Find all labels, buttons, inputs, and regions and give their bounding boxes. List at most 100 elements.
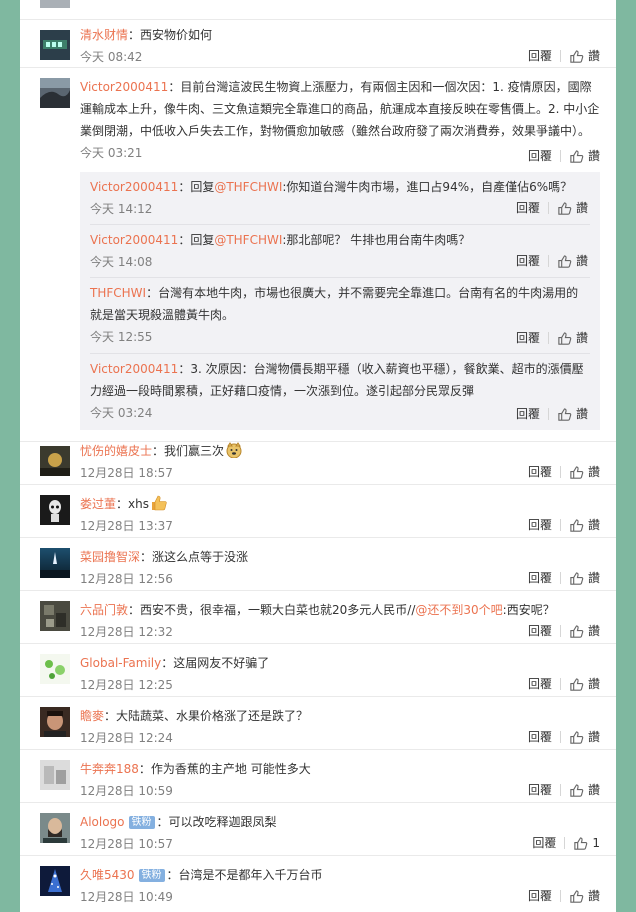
username-link[interactable]: Alologo [80,815,125,829]
doge-emoji [226,442,242,458]
timestamp: 12月28日 13:37 [80,519,173,533]
comment-item: 忧伤的嬉皮士：我们赢三次 12月28日 18:57 回覆 讚 [20,432,616,485]
username-link[interactable]: 瞻麥 [80,709,104,723]
avatar [40,0,70,8]
username-link[interactable]: 忧伤的嬉皮士 [80,444,152,458]
reply-thread: Victor2000411：回复@THFCHWI:你知道台灣牛肉市場，進口占94… [80,172,600,430]
username-link[interactable]: 菜园撸智深 [80,550,140,564]
reply-button[interactable]: 回覆 [528,674,552,694]
reply-text: :那北部呢？ 牛排也用台南牛肉嗎？ [282,233,471,247]
comment-text: ：可以改吃释迦跟凤梨 [156,815,277,829]
reply-button[interactable]: 回覆 [528,46,552,66]
thumbs-up-icon [570,677,584,691]
like-button[interactable]: 讚 [569,621,600,641]
username-link[interactable]: Victor2000411 [90,233,178,247]
comment-text-cont: :西安呢？ [502,603,555,617]
like-button[interactable]: 讚 [569,146,600,166]
comment-text: ：大陆蔬菜、水果价格涨了还是跌了？ [104,709,309,723]
reply-button[interactable]: 回覆 [528,886,552,906]
like-button[interactable]: 讚 [557,198,588,218]
like-label: 讚 [587,518,600,532]
like-button[interactable]: 讚 [569,462,600,482]
avatar[interactable] [40,654,70,684]
thumbs-up-icon [570,889,584,903]
reply-prefix: ：回复 [178,233,215,247]
comment-item: 菜园撸智深：涨这么点等于没涨 12月28日 12:56 回覆 讚 [20,538,616,591]
like-button[interactable]: 讚 [569,727,600,747]
avatar[interactable] [40,601,70,631]
username-link[interactable]: Global-Family [80,656,161,670]
avatar[interactable] [40,446,70,476]
like-button[interactable]: 讚 [569,568,600,588]
mention-link[interactable]: @还不到30个吧 [415,603,502,617]
reply-button[interactable]: 回覆 [528,780,552,800]
reply-button[interactable]: 回覆 [528,621,552,641]
avatar[interactable] [40,548,70,578]
like-button[interactable]: 讚 [557,328,588,348]
like-button[interactable]: 讚 [569,515,600,535]
reply-button[interactable]: 回覆 [528,727,552,747]
reply-button[interactable]: 回覆 [528,462,552,482]
timestamp: 12月28日 18:57 [80,466,173,480]
comment-text: ：西安物价如何 [128,28,213,42]
thumbs-up-icon [558,254,572,268]
like-label: 讚 [587,465,600,479]
fan-badge[interactable]: 铁粉 [128,816,155,829]
avatar[interactable] [40,813,70,843]
timestamp: 12月28日 12:24 [80,731,173,745]
reply-button[interactable]: 回覆 [528,568,552,588]
like-label: 讚 [575,201,588,215]
fan-badge[interactable]: 铁粉 [138,869,165,882]
like-button[interactable]: 讚 [569,46,600,66]
avatar[interactable] [40,78,70,108]
avatar[interactable] [40,866,70,896]
reply-button[interactable]: 回覆 [516,251,540,271]
like-button[interactable]: 讚 [569,886,600,906]
timestamp: 12月28日 12:25 [80,678,173,692]
username-link[interactable]: 牛奔奔188 [80,762,139,776]
timestamp: 12月28日 10:59 [80,784,173,798]
mention-link[interactable]: @THFCHWI [214,180,282,194]
reply-text: ：台灣有本地牛肉，市場也很廣大，并不需要完全靠進口。台南有名的牛肉湯用的就是當天… [90,286,579,322]
comment-item: 久唯5430 铁粉 ：台湾是不是都年入千万台币 12月28日 10:49 回覆 讚 [20,856,616,912]
like-button[interactable]: 讚 [569,780,600,800]
timestamp: 12月28日 10:57 [80,837,173,851]
like-button[interactable]: 讚 [557,251,588,271]
like-button[interactable]: 讚 [557,404,588,424]
comment-text: ：台湾是不是都年入千万台币 [166,868,323,882]
like-label: 讚 [587,889,600,903]
avatar[interactable] [40,707,70,737]
username-link[interactable]: 久唯5430 [80,868,135,882]
like-button[interactable]: 1 [573,833,600,853]
reply-button[interactable]: 回覆 [528,146,552,166]
like-label: 讚 [587,571,600,585]
thumbs-up-icon [574,836,588,850]
username-link[interactable]: Victor2000411 [90,180,178,194]
username-link[interactable]: Victor2000411 [80,80,168,94]
thumbs-up-emoji [151,495,167,511]
avatar[interactable] [40,760,70,790]
comment-item: 牛奔奔188：作为香蕉的主产地 可能性多大 12月28日 10:59 回覆 讚 [20,750,616,803]
reply-button[interactable]: 回覆 [532,833,556,853]
reply-button[interactable]: 回覆 [516,404,540,424]
thumbs-up-icon [558,407,572,421]
avatar[interactable] [40,30,70,60]
comment-text: ：xhs [116,497,149,511]
thumbs-up-icon [570,783,584,797]
avatar[interactable] [40,495,70,525]
reply-button[interactable]: 回覆 [528,515,552,535]
username-link[interactable]: 娄过董 [80,497,116,511]
username-link[interactable]: Victor2000411 [90,362,178,376]
comment-text: ：西安不贵，很幸福，一颗大白菜也就20多元人民币// [128,603,416,617]
username-link[interactable]: THFCHWI [90,286,146,300]
username-link[interactable]: 六品门敦 [80,603,128,617]
reply-button[interactable]: 回覆 [516,198,540,218]
reply-button[interactable]: 回覆 [516,328,540,348]
thumbs-up-icon [558,201,572,215]
username-link[interactable]: 清水财情 [80,28,128,42]
mention-link[interactable]: @THFCHWI [214,233,282,247]
like-button[interactable]: 讚 [569,674,600,694]
comment-item: Victor2000411：目前台灣這波民生物資上漲壓力，有兩個主因和一個次因：… [20,68,616,442]
like-label: 讚 [587,677,600,691]
timestamp: 12月28日 12:56 [80,572,173,586]
